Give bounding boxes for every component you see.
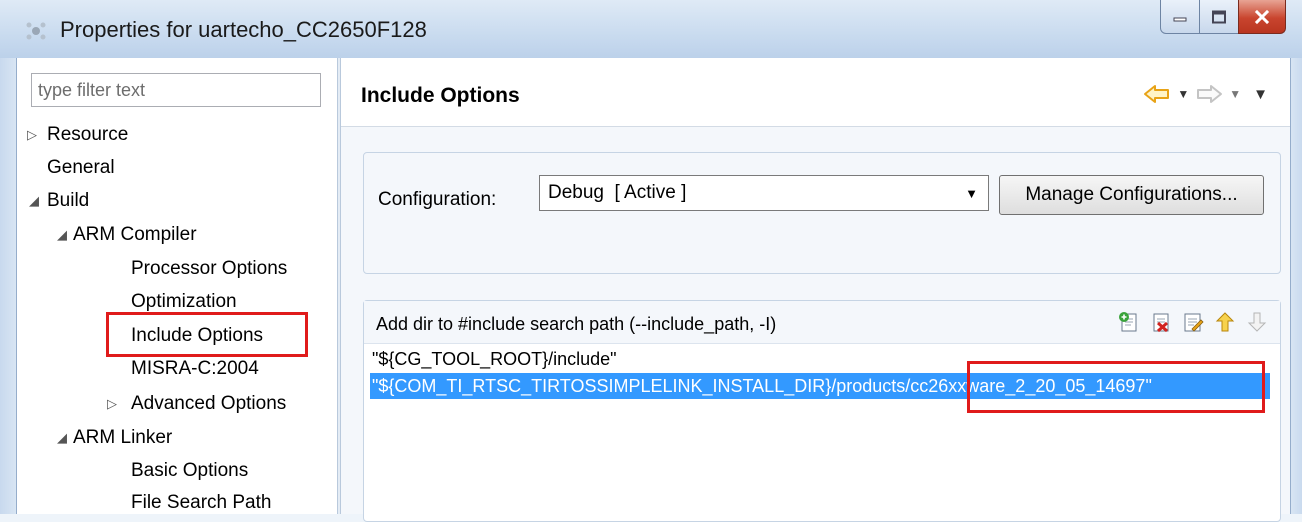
edit-path-icon[interactable] — [1182, 311, 1204, 333]
properties-page: Include Options ▼ ▼ ▼ Configuration: Deb… — [341, 58, 1290, 522]
manage-configurations-button[interactable]: Manage Configurations... — [999, 175, 1264, 215]
tree-item-optimization[interactable]: Optimization — [131, 290, 237, 314]
collapse-arrow-icon[interactable]: ◢ — [57, 426, 67, 450]
maximize-button[interactable] — [1199, 0, 1239, 34]
tree-item-arm-linker[interactable]: ARM Linker — [73, 426, 172, 450]
add-path-icon[interactable] — [1118, 311, 1140, 333]
configuration-value: Debug [ Active ] — [548, 182, 687, 203]
expand-arrow-icon[interactable]: ▷ — [107, 392, 117, 416]
include-paths-group: Add dir to #include search path (--inclu… — [363, 300, 1281, 522]
tree-item-misra[interactable]: MISRA-C:2004 — [131, 357, 259, 381]
tree-item-arm-compiler[interactable]: ARM Compiler — [73, 223, 197, 247]
configuration-group: Configuration: Debug [ Active ] ▼ Manage… — [363, 152, 1281, 274]
forward-arrow-icon[interactable] — [1195, 83, 1223, 105]
title-bar: Properties for uartecho_CC2650F128 — [0, 0, 1302, 59]
back-arrow-icon[interactable] — [1143, 83, 1171, 105]
highlight-box — [106, 312, 308, 357]
maximize-icon — [1212, 10, 1226, 23]
close-button[interactable] — [1238, 0, 1286, 34]
highlight-box — [967, 361, 1265, 413]
tree-item-file-search-path[interactable]: File Search Path — [131, 491, 271, 515]
collapse-arrow-icon[interactable]: ◢ — [57, 223, 67, 247]
move-down-icon[interactable] — [1246, 311, 1268, 333]
tree-item-build[interactable]: Build — [47, 189, 89, 213]
move-up-icon[interactable] — [1214, 311, 1236, 333]
tree-item-basic-options[interactable]: Basic Options — [131, 459, 248, 483]
program-icon — [26, 22, 46, 40]
page-header: Include Options ▼ ▼ ▼ — [341, 58, 1290, 127]
include-paths-toolbar — [1118, 311, 1268, 333]
dropdown-arrow-icon: ▼ — [965, 186, 978, 201]
include-paths-header: Add dir to #include search path (--inclu… — [364, 301, 1280, 344]
tree-item-processor-options[interactable]: Processor Options — [131, 257, 287, 281]
page-title: Include Options — [361, 84, 520, 107]
back-history-dropdown[interactable]: ▼ — [1177, 87, 1189, 101]
configuration-select[interactable]: Debug [ Active ] ▼ — [539, 175, 989, 211]
collapse-arrow-icon[interactable]: ◢ — [29, 189, 39, 213]
close-icon — [1254, 9, 1270, 24]
window-title: Properties for uartecho_CC2650F128 — [60, 17, 427, 42]
filter-input[interactable] — [31, 73, 321, 107]
tree-item-resource[interactable]: Resource — [47, 123, 128, 147]
navigation-panel: ▷ Resource General ◢ Build ◢ ARM Compile… — [17, 58, 337, 514]
tree-item-general[interactable]: General — [47, 156, 115, 180]
navigation-toolbar: ▼ ▼ ▼ — [1143, 80, 1268, 108]
tree-item-advanced-options[interactable]: Advanced Options — [131, 392, 286, 416]
forward-history-dropdown[interactable]: ▼ — [1229, 87, 1241, 101]
configuration-label: Configuration: — [378, 189, 497, 210]
expand-arrow-icon[interactable]: ▷ — [27, 123, 37, 147]
view-menu-dropdown[interactable]: ▼ — [1253, 86, 1268, 103]
window-frame-right — [1290, 58, 1302, 514]
minimize-button[interactable] — [1160, 0, 1200, 34]
include-paths-label: Add dir to #include search path (--inclu… — [376, 314, 777, 334]
delete-path-icon[interactable] — [1150, 311, 1172, 333]
minimize-icon — [1173, 17, 1187, 21]
window-frame-left — [0, 58, 17, 514]
